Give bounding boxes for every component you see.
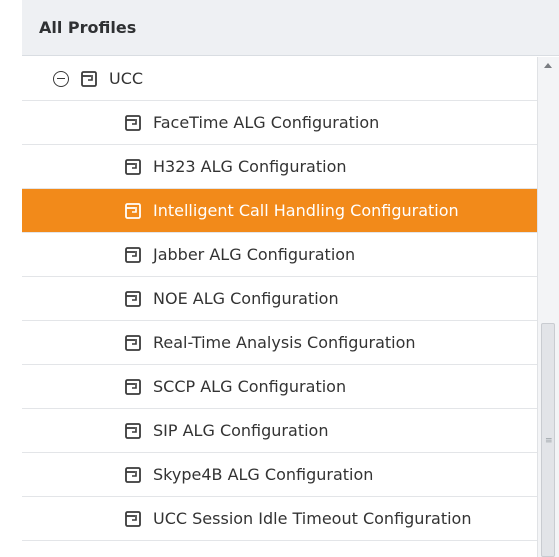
tree-item[interactable]: Jabber ALG Configuration xyxy=(22,233,537,277)
tree-item-label: Real-Time Analysis Configuration xyxy=(153,333,416,352)
tree-item[interactable]: SCCP ALG Configuration xyxy=(22,365,537,409)
tree-item-label: Intelligent Call Handling Configuration xyxy=(153,201,459,220)
profile-tree: UCC FaceTime ALG Configuration H323 ALG … xyxy=(22,57,537,557)
page-icon xyxy=(124,466,142,484)
page-icon xyxy=(124,422,142,440)
page-icon xyxy=(124,158,142,176)
profiles-panel: All Profiles UCC FaceTime ALG Configurat… xyxy=(0,0,559,557)
tree-item-label: SCCP ALG Configuration xyxy=(153,377,347,396)
tree-item[interactable]: H323 ALG Configuration xyxy=(22,145,537,189)
tree-item[interactable]: SIP ALG Configuration xyxy=(22,409,537,453)
tree-item[interactable]: Skype4B ALG Configuration xyxy=(22,453,537,497)
tree-item[interactable]: FaceTime ALG Configuration xyxy=(22,101,537,145)
page-icon xyxy=(124,510,142,528)
tree-item-label: H323 ALG Configuration xyxy=(153,157,347,176)
scrollbar-thumb[interactable]: ≡ xyxy=(541,323,555,557)
tree-group-ucc[interactable]: UCC xyxy=(22,57,537,101)
page-icon xyxy=(124,202,142,220)
tree-item[interactable]: Real-Time Analysis Configuration xyxy=(22,321,537,365)
tree-group-label: UCC xyxy=(109,69,144,88)
tree-item-label: NOE ALG Configuration xyxy=(153,289,339,308)
vertical-scrollbar[interactable]: ≡ xyxy=(537,57,559,557)
page-icon xyxy=(80,70,98,88)
tree-item-label: UCC Session Idle Timeout Configuration xyxy=(153,509,472,528)
collapse-icon[interactable] xyxy=(53,70,69,87)
panel-title: All Profiles xyxy=(39,18,137,37)
tree-item-label: Jabber ALG Configuration xyxy=(153,245,356,264)
scroll-up-arrow-icon[interactable] xyxy=(544,63,552,68)
page-icon xyxy=(124,290,142,308)
tree-item-selected[interactable]: Intelligent Call Handling Configuration xyxy=(22,189,537,233)
panel-header: All Profiles xyxy=(22,0,559,56)
page-icon xyxy=(124,334,142,352)
page-icon xyxy=(124,114,142,132)
page-icon xyxy=(124,246,142,264)
tree-item[interactable]: NOE ALG Configuration xyxy=(22,277,537,321)
tree-item-label: SIP ALG Configuration xyxy=(153,421,329,440)
grip-icon: ≡ xyxy=(545,436,553,446)
tree-item-label: Skype4B ALG Configuration xyxy=(153,465,374,484)
tree-item[interactable]: UCC Session Idle Timeout Configuration xyxy=(22,497,537,541)
tree-item-label: FaceTime ALG Configuration xyxy=(153,113,380,132)
page-icon xyxy=(124,378,142,396)
